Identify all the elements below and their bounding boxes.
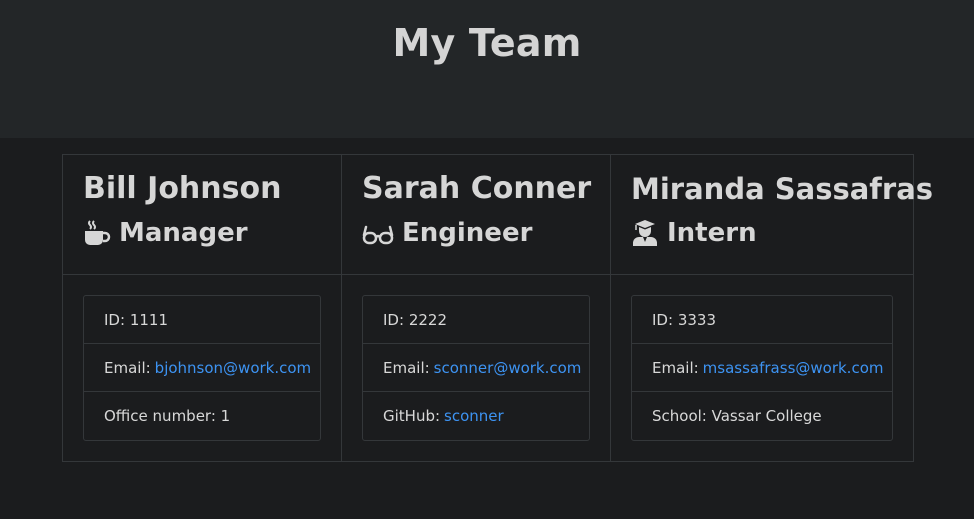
id-label: ID: bbox=[383, 310, 405, 329]
employee-name: Sarah Conner bbox=[362, 171, 592, 206]
id-item: ID: 1111 bbox=[84, 296, 320, 344]
info-list: ID: 1111 Email: bjohnson@work.com Office… bbox=[83, 295, 321, 441]
school-item: School: Vassar College bbox=[632, 392, 892, 440]
github-item: GitHub: sconner bbox=[363, 392, 589, 440]
employee-name: Bill Johnson bbox=[83, 171, 282, 206]
employee-role: Intern bbox=[631, 217, 893, 249]
office-number-value: 1 bbox=[220, 407, 231, 425]
school-value: Vassar College bbox=[711, 407, 822, 425]
card-body: ID: 1111 Email: bjohnson@work.com Office… bbox=[63, 275, 341, 461]
card-header: Sarah Conner Engineer bbox=[342, 155, 610, 275]
info-list: ID: 2222 Email: sconner@work.com GitHub:… bbox=[362, 295, 590, 441]
github-link[interactable]: sconner bbox=[444, 407, 504, 425]
email-item: Email: bjohnson@work.com bbox=[84, 344, 320, 392]
role-label: Engineer bbox=[402, 218, 533, 248]
info-list: ID: 3333 Email: msassafrass@work.com Sch… bbox=[631, 295, 893, 441]
email-label: Email: bbox=[383, 358, 430, 377]
id-value: 3333 bbox=[677, 310, 716, 329]
card-body: ID: 2222 Email: sconner@work.com GitHub:… bbox=[342, 275, 610, 461]
id-item: ID: 3333 bbox=[632, 296, 892, 344]
employee-role: Engineer bbox=[362, 217, 590, 249]
email-label: Email: bbox=[652, 358, 699, 377]
employee-card-intern: Miranda Sassafras Intern ID: 3333 Email:… bbox=[610, 154, 934, 462]
card-header: Miranda Sassafras Intern bbox=[611, 155, 934, 275]
id-value: 1111 bbox=[129, 310, 168, 329]
glasses-icon bbox=[362, 219, 394, 247]
role-label: Manager bbox=[119, 218, 248, 248]
github-label: GitHub: bbox=[383, 407, 441, 425]
office-number-item: Office number: 1 bbox=[84, 392, 320, 440]
graduate-icon bbox=[631, 219, 659, 247]
email-item: Email: msassafrass@work.com bbox=[632, 344, 892, 392]
employee-card-engineer: Sarah Conner Engineer ID: 2222 Email: sc… bbox=[341, 154, 611, 462]
id-label: ID: bbox=[104, 310, 126, 329]
employee-card-manager: Bill Johnson Manager ID: 1111 Email: bjo… bbox=[62, 154, 342, 462]
email-label: Email: bbox=[104, 358, 151, 377]
employee-name: Miranda Sassafras bbox=[631, 172, 934, 206]
email-item: Email: sconner@work.com bbox=[363, 344, 589, 392]
employee-role: Manager bbox=[83, 217, 321, 249]
role-label: Intern bbox=[667, 218, 757, 248]
id-item: ID: 2222 bbox=[363, 296, 589, 344]
id-value: 2222 bbox=[408, 310, 447, 329]
coffee-icon bbox=[83, 219, 111, 247]
card-header: Bill Johnson Manager bbox=[63, 155, 341, 275]
id-label: ID: bbox=[652, 310, 674, 329]
email-link[interactable]: msassafrass@work.com bbox=[703, 359, 884, 377]
card-body: ID: 3333 Email: msassafrass@work.com Sch… bbox=[611, 275, 913, 461]
page-title: My Team bbox=[392, 21, 582, 65]
school-label: School: bbox=[652, 407, 707, 425]
office-number-label: Office number: bbox=[104, 407, 216, 425]
email-link[interactable]: sconner@work.com bbox=[434, 359, 582, 377]
page-header: My Team bbox=[0, 0, 974, 138]
email-link[interactable]: bjohnson@work.com bbox=[155, 359, 311, 377]
